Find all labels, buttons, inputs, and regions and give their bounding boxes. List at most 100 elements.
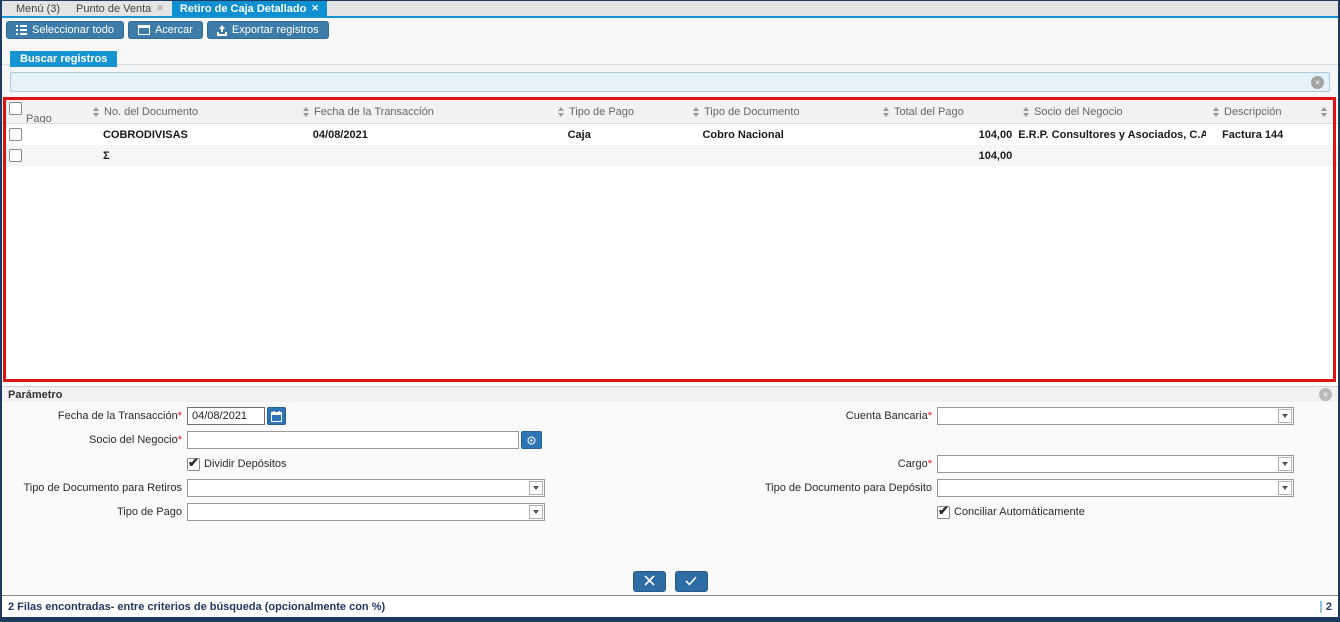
sort-icon[interactable]	[558, 106, 564, 117]
field-row-conciliar: Conciliar Automáticamente	[672, 500, 1336, 524]
cargo-select[interactable]	[937, 455, 1294, 473]
search-input[interactable]	[11, 73, 1329, 91]
results-grid: Pago No. del Documento Fecha de la Trans…	[2, 97, 1338, 386]
status-bar: 2 Filas encontradas- entre criterios de …	[2, 595, 1338, 617]
collapse-panel-icon[interactable]: ✕	[1319, 388, 1332, 401]
sort-icon[interactable]	[1213, 106, 1219, 117]
tab-punto-de-venta[interactable]: Punto de Venta ✕	[68, 1, 172, 16]
header-socio[interactable]: Socio del Negocio	[1017, 100, 1207, 123]
row-checkbox-cell	[2, 124, 87, 145]
required-marker: *	[927, 458, 932, 470]
header-documento[interactable]: No. del Documento	[87, 100, 297, 123]
socio-label: Socio del Negocio*	[89, 434, 182, 446]
field-row-socio: Socio del Negocio*	[2, 428, 672, 452]
clear-search-icon[interactable]: ✕	[1311, 76, 1324, 89]
tab-buscar-registros[interactable]: Buscar registros	[10, 51, 118, 67]
sort-icon[interactable]	[693, 106, 699, 117]
header-pago-label: Pago	[26, 113, 52, 123]
row-checkbox[interactable]	[9, 128, 22, 141]
cell-extra	[1316, 145, 1338, 166]
chevron-down-icon[interactable]	[1278, 457, 1292, 471]
header-total[interactable]: Total del Pago	[877, 100, 1017, 123]
checkbox-checked-icon[interactable]	[937, 503, 950, 519]
dividir-depositos-checkbox[interactable]: Dividir Depósitos	[187, 455, 287, 471]
dividir-label: Dividir Depósitos	[204, 458, 287, 470]
sort-icon[interactable]	[303, 106, 309, 117]
list-icon	[16, 25, 27, 35]
close-icon[interactable]: ✕	[156, 4, 164, 13]
cell-total: 104,00	[978, 128, 1013, 141]
chevron-down-icon[interactable]	[1278, 481, 1292, 495]
header-extra[interactable]	[1317, 100, 1338, 123]
field-row-cargo: Cargo*	[672, 452, 1336, 476]
status-divider	[1319, 600, 1322, 613]
cell-tipo-pago	[552, 145, 687, 166]
sort-icon[interactable]	[1023, 106, 1029, 117]
close-icon[interactable]: ✕	[311, 4, 319, 13]
conciliar-checkbox[interactable]: Conciliar Automáticamente	[937, 503, 1085, 519]
zoom-button[interactable]: Acercar	[127, 21, 203, 39]
socio-negocio-input[interactable]	[187, 431, 519, 449]
select-all-checkbox[interactable]	[9, 102, 22, 115]
header-documento-label: No. del Documento	[104, 105, 199, 118]
header-tipo-documento[interactable]: Tipo de Documento	[687, 100, 877, 123]
checkbox-checked-icon[interactable]	[187, 455, 200, 471]
tipo-pago-select[interactable]	[187, 503, 545, 521]
select-all-button[interactable]: Seleccionar todo	[6, 21, 124, 39]
form-right-column: Cuenta Bancaria* Cargo* Tipo de Document…	[672, 404, 1336, 562]
export-records-button[interactable]: Exportar registros	[206, 21, 329, 39]
header-tipo-pago[interactable]: Tipo de Pago	[552, 100, 687, 123]
record-count-value: 2	[1325, 600, 1332, 613]
tab-menu[interactable]: Menú (3)	[8, 1, 68, 16]
header-descripcion-label: Descripción	[1224, 105, 1282, 118]
tipo-doc-retiros-select[interactable]	[187, 479, 545, 497]
status-message: 2 Filas encontradas- entre criterios de …	[8, 600, 386, 613]
required-marker: *	[177, 410, 182, 422]
header-fecha[interactable]: Fecha de la Transacción	[297, 100, 552, 123]
sort-icon[interactable]	[883, 106, 889, 117]
confirm-check-icon	[685, 573, 697, 591]
tab-retiro-de-caja[interactable]: Retiro de Caja Detallado ✕	[171, 1, 327, 16]
table-row[interactable]: COBRODIVISAS 04/08/2021 Caja Cobro Nacio…	[2, 124, 1338, 145]
cell-tipo-documento: Cobro Nacional	[702, 128, 784, 141]
tipo-pago-label: Tipo de Pago	[116, 506, 182, 518]
parameter-title: Parámetro	[8, 388, 63, 401]
cell-socio	[1016, 145, 1206, 166]
record-search-icon[interactable]	[521, 431, 542, 449]
row-checkbox[interactable]	[9, 149, 22, 162]
toolbar: Seleccionar todo Acercar Exportar regist…	[2, 18, 1338, 46]
header-total-label: Total del Pago	[894, 105, 964, 118]
cancel-button[interactable]	[632, 571, 666, 592]
chevron-down-icon[interactable]	[529, 505, 543, 519]
chevron-down-icon[interactable]	[529, 481, 543, 495]
tab-punto-de-venta-label: Punto de Venta	[76, 2, 152, 15]
sort-icon[interactable]	[1321, 106, 1327, 117]
select-all-label: Seleccionar todo	[32, 24, 114, 36]
sort-icon[interactable]	[93, 106, 99, 117]
header-pago[interactable]: Pago	[2, 100, 87, 123]
cancel-x-icon	[643, 573, 655, 591]
window-zoom-icon	[137, 25, 150, 35]
tipo-doc-deposito-select[interactable]	[937, 479, 1294, 497]
header-tipo-pago-label: Tipo de Pago	[569, 105, 635, 118]
row-checkbox-cell	[2, 145, 87, 166]
calendar-icon[interactable]	[267, 407, 286, 425]
field-row-empty	[672, 428, 1336, 452]
grid-header-row: Pago No. del Documento Fecha de la Trans…	[2, 99, 1338, 124]
zoom-label: Acercar	[154, 24, 193, 36]
confirm-button[interactable]	[674, 571, 708, 592]
parameter-panel-header: Parámetro ✕	[2, 386, 1338, 402]
cuenta-bancaria-select[interactable]	[937, 407, 1294, 425]
search-bar: ✕	[2, 65, 1338, 99]
fecha-transaccion-input[interactable]	[187, 407, 265, 425]
conciliar-label: Conciliar Automáticamente	[954, 506, 1085, 518]
action-button-row	[2, 562, 1338, 595]
main-tabstrip: Menú (3) Punto de Venta ✕ Retiro de Caja…	[2, 1, 1338, 18]
required-marker: *	[177, 434, 182, 446]
table-sum-row[interactable]: Σ 104,00	[2, 145, 1338, 166]
cell-fecha	[297, 145, 552, 166]
header-descripcion[interactable]: Descripción	[1207, 100, 1317, 123]
tab-menu-label: Menú (3)	[16, 2, 61, 15]
chevron-down-icon[interactable]	[1278, 409, 1292, 423]
header-tipo-documento-label: Tipo de Documento	[704, 105, 800, 118]
